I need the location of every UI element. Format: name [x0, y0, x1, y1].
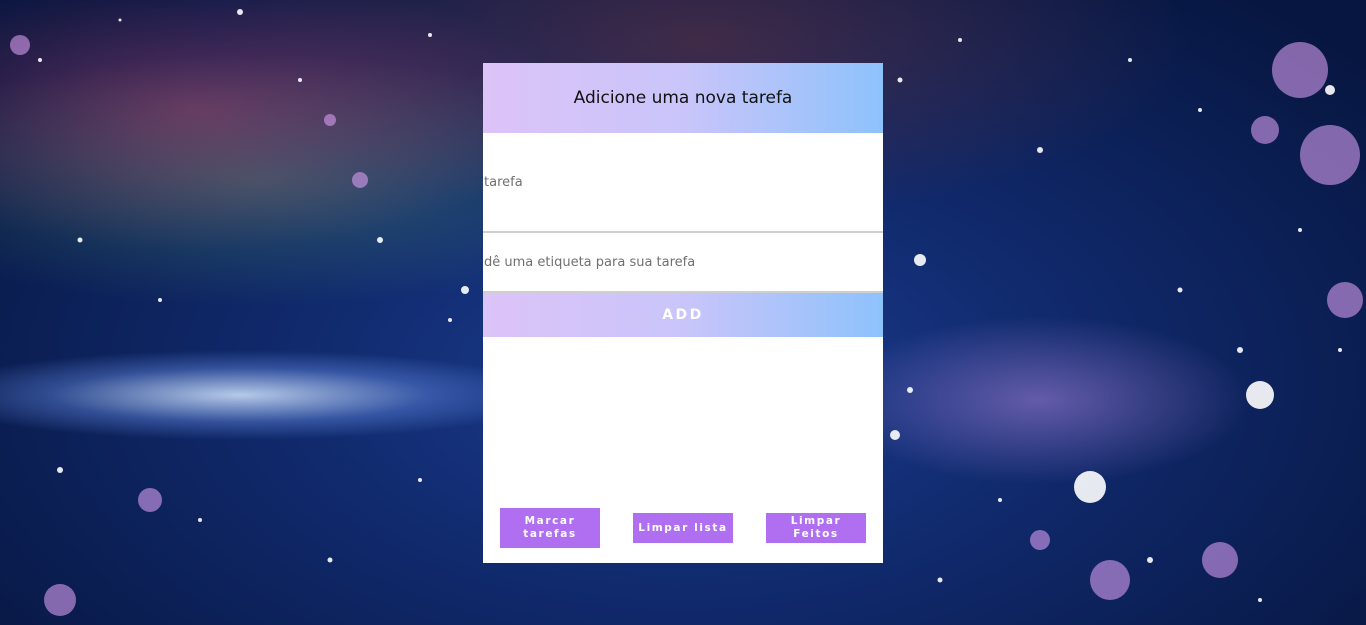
- tag-input[interactable]: [483, 233, 883, 293]
- clear-list-button[interactable]: Limpar lista: [633, 513, 733, 543]
- card-header: Adicione uma nova tarefa: [483, 63, 883, 133]
- clear-done-button[interactable]: Limpar Feitos: [766, 513, 866, 543]
- card-title: Adicione uma nova tarefa: [573, 88, 793, 108]
- task-input[interactable]: [483, 133, 883, 233]
- mark-tasks-button[interactable]: Marcar tarefas: [500, 508, 600, 548]
- todo-card: Adicione uma nova tarefa ADD Marcar tare…: [483, 63, 883, 563]
- add-button[interactable]: ADD: [483, 293, 883, 337]
- action-bar: Marcar tarefas Limpar lista Limpar Feito…: [483, 508, 883, 548]
- task-list: [483, 339, 883, 499]
